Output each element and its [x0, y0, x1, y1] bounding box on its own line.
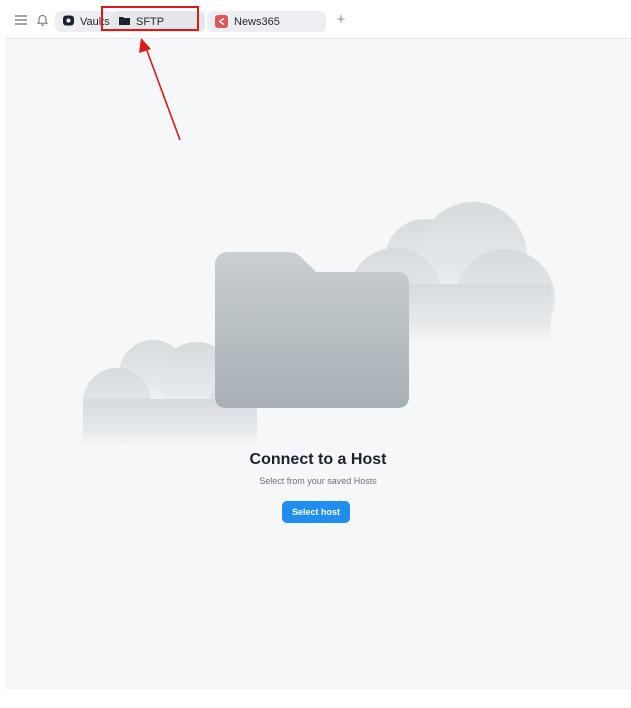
annotation-arrow [139, 38, 181, 141]
